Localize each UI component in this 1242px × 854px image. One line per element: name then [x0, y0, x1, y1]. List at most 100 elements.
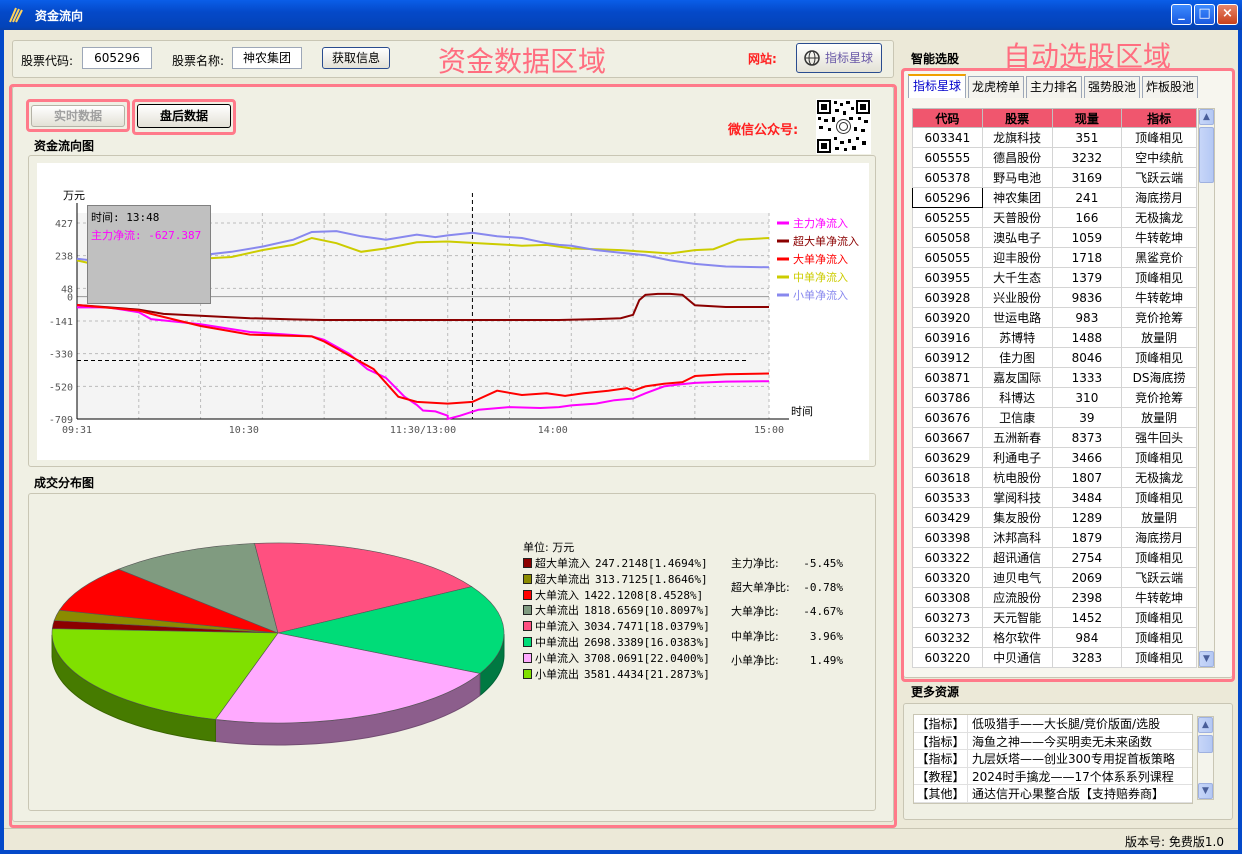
table-cell[interactable]: 603322	[912, 547, 983, 568]
scroll-down-icon[interactable]: ▼	[1199, 651, 1214, 667]
table-cell[interactable]: 351	[1051, 127, 1123, 148]
table-cell[interactable]: 海底捞月	[1121, 527, 1197, 548]
table-cell[interactable]: 龙旗科技	[981, 127, 1053, 148]
table-row[interactable]: 603320 迪贝电气 2069 飞跃云端	[912, 567, 1197, 588]
table-cell[interactable]: 野马电池	[981, 167, 1053, 188]
table-cell[interactable]: 顶峰相见	[1121, 647, 1197, 668]
realtime-data-button[interactable]: 实时数据	[31, 105, 125, 127]
table-cell[interactable]: 无极擒龙	[1121, 207, 1197, 228]
resources-scroll-thumb[interactable]	[1198, 735, 1213, 753]
table-cell[interactable]: 603320	[912, 567, 983, 588]
table-cell[interactable]: 39	[1051, 407, 1123, 428]
table-cell[interactable]: 2754	[1051, 547, 1123, 568]
table-cell[interactable]: 嘉友国际	[981, 367, 1053, 388]
table-cell[interactable]: 603928	[912, 287, 983, 308]
table-cell[interactable]: 无极擒龙	[1121, 467, 1197, 488]
table-cell[interactable]: 牛转乾坤	[1121, 287, 1197, 308]
table-cell[interactable]: 五洲新春	[981, 427, 1053, 448]
table-cell[interactable]: 1488	[1051, 327, 1123, 348]
table-cell[interactable]: 顶峰相见	[1121, 127, 1197, 148]
table-row[interactable]: 603533 掌阅科技 3484 顶峰相见	[912, 487, 1197, 508]
table-cell[interactable]: 顶峰相见	[1121, 627, 1197, 648]
table-cell[interactable]: 2069	[1051, 567, 1123, 588]
table-cell[interactable]: 603955	[912, 267, 983, 288]
column-header[interactable]: 代码	[912, 108, 983, 128]
table-row[interactable]: 605378 野马电池 3169 飞跃云端	[912, 167, 1197, 188]
stock-table-scrollbar[interactable]: ▲ ▼	[1198, 108, 1215, 668]
table-cell[interactable]: 1059	[1051, 227, 1123, 248]
table-cell[interactable]: 603273	[912, 607, 983, 628]
table-cell[interactable]: 集友股份	[981, 507, 1053, 528]
table-cell[interactable]: 1452	[1051, 607, 1123, 628]
table-row[interactable]: 605055 迎丰股份 1718 黑鲨竞价	[912, 247, 1197, 268]
table-cell[interactable]: 中贝通信	[981, 647, 1053, 668]
table-cell[interactable]: 大千生态	[981, 267, 1053, 288]
table-row[interactable]: 603429 集友股份 1289 放量阴	[912, 507, 1197, 528]
table-row[interactable]: 603786 科博达 310 竞价抢筹	[912, 387, 1197, 408]
afterhours-data-button[interactable]: 盘后数据	[137, 104, 231, 128]
table-cell[interactable]: 603220	[912, 647, 983, 668]
table-cell[interactable]: 3169	[1051, 167, 1123, 188]
table-cell[interactable]: 603676	[912, 407, 983, 428]
table-row[interactable]: 605255 天普股份 166 无极擒龙	[912, 207, 1197, 228]
table-cell[interactable]: 世运电路	[981, 307, 1053, 328]
table-cell[interactable]: 科博达	[981, 387, 1053, 408]
resources-scroll-up-icon[interactable]: ▲	[1198, 717, 1213, 733]
table-cell[interactable]: 超讯通信	[981, 547, 1053, 568]
table-cell[interactable]: 603618	[912, 467, 983, 488]
table-cell[interactable]: 德昌股份	[981, 147, 1053, 168]
resource-item[interactable]: 【指标】 海鱼之神——今买明卖无未来函数	[914, 732, 1192, 750]
table-cell[interactable]: 强牛回头	[1121, 427, 1197, 448]
stock-code-input[interactable]: 605296	[82, 47, 152, 69]
table-row[interactable]: 603341 龙旗科技 351 顶峰相见	[912, 127, 1197, 148]
close-button[interactable]: ×	[1217, 4, 1238, 25]
table-row[interactable]: 603920 世运电路 983 竞价抢筹	[912, 307, 1197, 328]
table-row[interactable]: 605555 德昌股份 3232 空中续航	[912, 147, 1197, 168]
tab-3[interactable]: 主力排名	[1026, 76, 1082, 98]
table-cell[interactable]: 603629	[912, 447, 983, 468]
table-cell[interactable]: 984	[1051, 627, 1123, 648]
table-cell[interactable]: 顶峰相见	[1121, 267, 1197, 288]
table-cell[interactable]: 603871	[912, 367, 983, 388]
table-row[interactable]: 603308 应流股份 2398 牛转乾坤	[912, 587, 1197, 608]
table-cell[interactable]: 牛转乾坤	[1121, 587, 1197, 608]
table-cell[interactable]: 放量阴	[1121, 327, 1197, 348]
resource-item[interactable]: 【指标】 九层妖塔——创业300专用捉首板策略	[914, 750, 1192, 768]
table-cell[interactable]: 天元智能	[981, 607, 1053, 628]
table-cell[interactable]: 顶峰相见	[1121, 607, 1197, 628]
table-cell[interactable]: 603398	[912, 527, 983, 548]
table-cell[interactable]: 放量阴	[1121, 507, 1197, 528]
table-cell[interactable]: 603533	[912, 487, 983, 508]
resources-scroll-down-icon[interactable]: ▼	[1198, 783, 1213, 799]
table-cell[interactable]: 澳弘电子	[981, 227, 1053, 248]
column-header[interactable]: 股票	[981, 108, 1053, 128]
website-button[interactable]: 指标星球	[796, 43, 882, 73]
table-cell[interactable]: 603232	[912, 627, 983, 648]
table-cell[interactable]: 3283	[1051, 647, 1123, 668]
table-cell[interactable]: 605378	[912, 167, 983, 188]
table-row[interactable]: 603955 大千生态 1379 顶峰相见	[912, 267, 1197, 288]
table-cell[interactable]: 603786	[912, 387, 983, 408]
table-cell[interactable]: 海底捞月	[1121, 187, 1197, 208]
table-cell[interactable]: 1333	[1051, 367, 1123, 388]
table-cell[interactable]: 603341	[912, 127, 983, 148]
table-cell[interactable]: 兴业股份	[981, 287, 1053, 308]
table-cell[interactable]: 3484	[1051, 487, 1123, 508]
resource-item[interactable]: 【其他】 通达信开心果整合版【支持赔券商】	[914, 785, 1192, 803]
resource-item[interactable]: 【指标】 低吸猎手——大长腿/竞价版面/选股	[914, 715, 1192, 733]
table-cell[interactable]: 牛转乾坤	[1121, 227, 1197, 248]
table-cell[interactable]: 顶峰相见	[1121, 447, 1197, 468]
table-cell[interactable]: 飞跃云端	[1121, 567, 1197, 588]
table-cell[interactable]: 佳力图	[981, 347, 1053, 368]
table-row[interactable]: 603676 卫信康 39 放量阴	[912, 407, 1197, 428]
table-cell[interactable]: 1807	[1051, 467, 1123, 488]
table-cell[interactable]: 8373	[1051, 427, 1123, 448]
tab-1[interactable]: 指标星球	[908, 74, 966, 98]
table-cell[interactable]: 1718	[1051, 247, 1123, 268]
table-cell[interactable]: 迪贝电气	[981, 567, 1053, 588]
table-cell[interactable]: 603916	[912, 327, 983, 348]
table-cell[interactable]: 格尔软件	[981, 627, 1053, 648]
table-cell[interactable]: 飞跃云端	[1121, 167, 1197, 188]
table-cell[interactable]: 杭电股份	[981, 467, 1053, 488]
table-cell[interactable]: 603912	[912, 347, 983, 368]
